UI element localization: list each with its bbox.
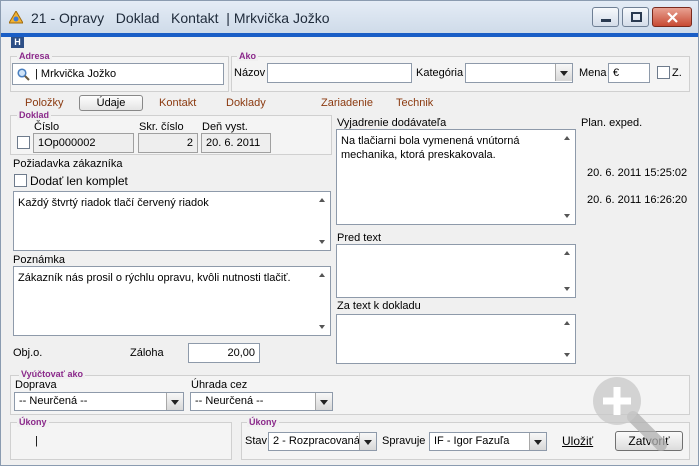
poznamka-label: Poznámka — [13, 254, 65, 266]
tab-doklady[interactable]: Doklady — [226, 97, 266, 109]
cislo-field: 1Op000002 — [33, 133, 134, 153]
stav-value: 2 - Rozpracovaná — [273, 435, 360, 447]
pred-text-textarea[interactable] — [336, 244, 576, 298]
adresa-group-label: Adresa — [17, 51, 52, 61]
plan-exped-label: Plan. exped. — [581, 117, 643, 129]
skr-cislo-label: Skr. číslo — [139, 121, 184, 133]
adresa-field[interactable]: | Mrkvička Jožko — [12, 63, 224, 85]
window-title: 21 - Opravy Doklad Kontakt | Mrkvička Jo… — [31, 10, 330, 26]
spravuje-value: IF - Igor Fazuľa — [434, 435, 510, 447]
poznamka-textarea[interactable]: Zákazník nás prosil o rýchlu opravu, kvô… — [13, 266, 331, 336]
chevron-down-icon — [315, 393, 332, 410]
doklad-group-label: Doklad — [17, 110, 52, 120]
objo-label: Obj.o. — [13, 347, 43, 359]
ukony-right-label: Úkony — [247, 417, 279, 427]
poznamka-scrollbar[interactable] — [315, 267, 330, 335]
kategoria-label: Kategória — [416, 67, 464, 79]
maximize-button[interactable] — [622, 7, 649, 27]
nazov-label: Názov — [234, 67, 266, 79]
objo-input[interactable] — [45, 343, 121, 363]
poziadavka-textarea[interactable]: Každý štvrtý riadok tlačí červený riadok — [13, 191, 331, 251]
minimize-button[interactable] — [592, 7, 619, 27]
tab-polozky[interactable]: Položky — [25, 97, 64, 109]
tab-zariadenie[interactable]: Zariadenie — [321, 97, 373, 109]
chevron-down-icon — [555, 64, 572, 81]
vyjadrenie-label: Vyjadrenie dodávateľa — [337, 117, 447, 129]
tab-technik[interactable]: Technik — [396, 97, 433, 109]
stav-label: Stav — [245, 435, 268, 447]
ukony-left-value: | — [35, 435, 38, 447]
plan-date-1: 20. 6. 2011 15:25:02 — [587, 167, 688, 179]
close-icon — [667, 12, 678, 23]
poziadavka-scrollbar[interactable] — [315, 192, 330, 250]
mena-label: Mena — [579, 67, 607, 79]
skr-cislo-field: 2 — [138, 133, 198, 153]
accent-bar — [1, 33, 698, 37]
pred-text-label: Pred text — [337, 232, 382, 244]
ukony-left-group — [10, 422, 232, 460]
zaloha-input[interactable]: 20,00 — [188, 343, 260, 363]
za-text-scrollbar[interactable] — [560, 315, 575, 363]
window: 21 - Opravy Doklad Kontakt | Mrkvička Jo… — [0, 0, 699, 466]
cislo-label: Číslo — [34, 121, 60, 133]
mena-input[interactable]: € — [608, 63, 650, 83]
ukony-left-label: Úkony — [17, 417, 49, 427]
tab-kontakt[interactable]: Kontakt — [159, 97, 196, 109]
za-text-label: Za text k dokladu — [337, 300, 421, 312]
vyuctovat-group-label: Vyúčtovať ako — [19, 369, 86, 379]
close-button[interactable] — [652, 7, 692, 27]
den-vyst-label: Deň vyst. — [202, 121, 248, 133]
title-bar: 21 - Opravy Doklad Kontakt | Mrkvička Jo… — [1, 1, 698, 33]
poziadavka-label: Požiadavka zákazníka — [13, 158, 123, 170]
doprava-select[interactable]: -- Neurčená -- — [14, 392, 184, 411]
dodat-komplet-label: Dodať len komplet — [30, 174, 128, 188]
zoom-in-icon — [593, 377, 667, 451]
chevron-down-icon — [529, 433, 546, 450]
stav-select[interactable]: 2 - Rozpracovaná — [268, 432, 377, 451]
kategoria-select[interactable] — [465, 63, 573, 83]
pred-text-scrollbar[interactable] — [560, 245, 575, 297]
help-badge[interactable]: H — [11, 37, 24, 48]
za-text-textarea[interactable] — [336, 314, 576, 364]
chevron-down-icon — [166, 393, 183, 410]
plan-date-2: 20. 6. 2011 16:26:20 — [587, 194, 688, 206]
adresa-value: | Mrkvička Jožko — [35, 68, 117, 80]
poziadavka-text: Každý štvrtý riadok tlačí červený riadok — [18, 197, 209, 209]
ako-group-label: Ako — [237, 51, 259, 61]
doprava-value: -- Neurčená -- — [19, 395, 88, 407]
nazov-input[interactable] — [267, 63, 412, 83]
z-checkbox[interactable] — [657, 66, 670, 79]
uhrada-value: -- Neurčená -- — [195, 395, 264, 407]
spravuje-select[interactable]: IF - Igor Fazuľa — [429, 432, 547, 451]
uhrada-select[interactable]: -- Neurčená -- — [190, 392, 333, 411]
dodat-komplet-checkbox[interactable] — [14, 174, 27, 187]
poznamka-text: Zákazník nás prosil o rýchlu opravu, kvô… — [18, 272, 291, 284]
search-icon — [17, 68, 30, 81]
doklad-checkbox[interactable] — [17, 136, 30, 149]
spravuje-label: Spravuje — [382, 435, 426, 447]
doprava-label: Doprava — [15, 379, 57, 391]
chevron-down-icon — [359, 433, 376, 450]
vyjadrenie-textarea[interactable]: Na tlačiarni bola vymenená vnútorná mech… — [336, 129, 576, 225]
uhrada-label: Úhrada cez — [191, 379, 248, 391]
vyjadrenie-scrollbar[interactable] — [560, 130, 575, 224]
zaloha-label: Záloha — [130, 347, 164, 359]
app-icon — [9, 11, 23, 24]
minimize-icon — [601, 19, 611, 22]
vyjadrenie-text: Na tlačiarni bola vymenená vnútorná mech… — [341, 135, 520, 161]
den-vyst-field: 20. 6. 2011 — [201, 133, 271, 153]
maximize-icon — [631, 12, 642, 22]
z-label: Z. — [672, 67, 682, 79]
tab-udaje[interactable]: Údaje — [79, 95, 143, 111]
